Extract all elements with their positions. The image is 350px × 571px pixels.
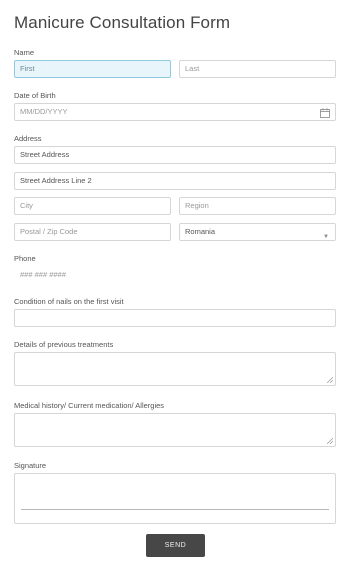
- medical-history-label: Medical history/ Current medication/ All…: [14, 401, 165, 410]
- city-input[interactable]: City: [14, 197, 171, 215]
- country-value: Romania: [185, 227, 216, 236]
- first-name-input[interactable]: First: [14, 60, 171, 78]
- region-input[interactable]: Region: [179, 197, 336, 215]
- last-name-input[interactable]: Last: [179, 60, 336, 78]
- signature-label: Signature: [14, 461, 47, 470]
- country-select[interactable]: Romania ▼: [179, 223, 336, 241]
- resize-handle-icon[interactable]: [327, 377, 333, 383]
- phone-label: Phone: [14, 254, 36, 263]
- first-name-placeholder: First: [20, 64, 35, 73]
- nails-condition-input[interactable]: [14, 309, 336, 327]
- phone-placeholder: ### ### ####: [20, 270, 66, 279]
- postal-code-placeholder: Postal / Zip Code: [20, 227, 78, 236]
- medical-history-textarea[interactable]: [14, 413, 336, 447]
- send-button[interactable]: SEND: [146, 534, 205, 557]
- previous-treatments-label: Details of previous treatments: [14, 340, 114, 349]
- signature-pad[interactable]: [14, 473, 336, 524]
- last-name-placeholder: Last: [185, 64, 200, 73]
- dob-input[interactable]: MM/DD/YYYY: [14, 103, 336, 121]
- dob-label: Date of Birth: [14, 91, 56, 100]
- phone-input[interactable]: ### ### ####: [14, 266, 336, 284]
- previous-treatments-textarea[interactable]: [14, 352, 336, 386]
- region-placeholder: Region: [185, 201, 209, 210]
- street-address-line2-placeholder: Street Address Line 2: [20, 176, 92, 185]
- street-address-line2-input[interactable]: Street Address Line 2: [14, 172, 336, 190]
- name-label: Name: [14, 48, 35, 57]
- resize-handle-icon[interactable]: [327, 438, 333, 444]
- form-title: Manicure Consultation Form: [14, 13, 231, 32]
- nails-condition-label: Condition of nails on the first visit: [14, 297, 124, 306]
- signature-line: [21, 509, 329, 510]
- address-label: Address: [14, 134, 42, 143]
- postal-code-input[interactable]: Postal / Zip Code: [14, 223, 171, 241]
- street-address-input[interactable]: Street Address: [14, 146, 336, 164]
- city-placeholder: City: [20, 201, 33, 210]
- calendar-icon[interactable]: [320, 108, 330, 118]
- chevron-down-icon: ▼: [323, 234, 329, 240]
- dob-placeholder: MM/DD/YYYY: [20, 107, 68, 116]
- street-address-placeholder: Street Address: [20, 150, 70, 159]
